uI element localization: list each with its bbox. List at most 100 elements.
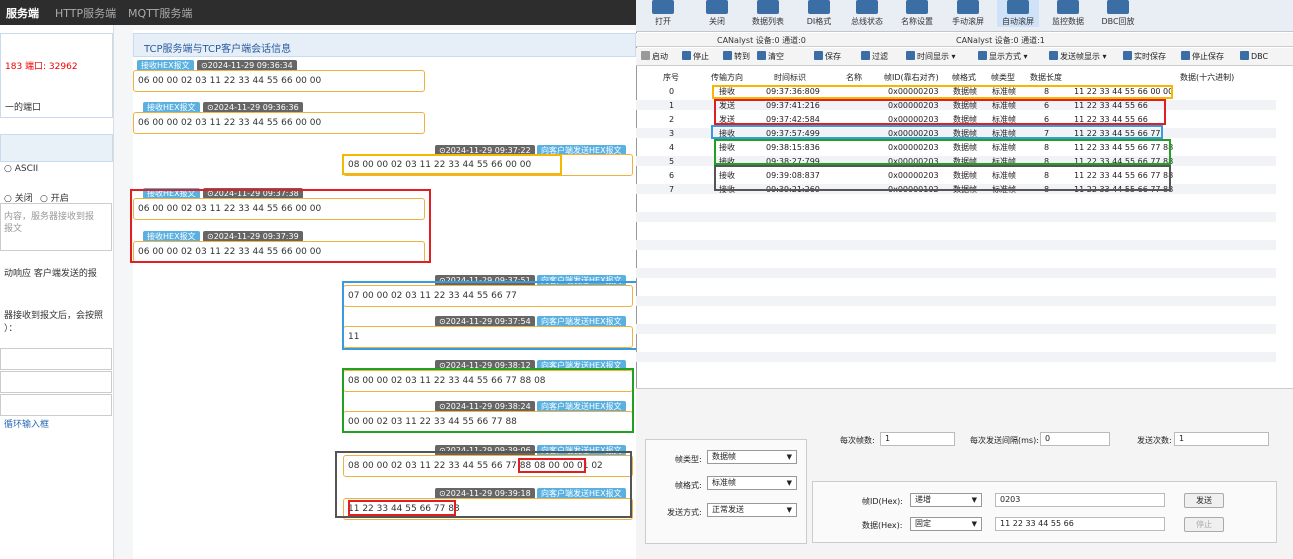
cell-len: 8 <box>1044 171 1050 180</box>
table-row[interactable]: 0 接收 09:37:36:809 0x00000203 数据帧 标准帧 8 11 22 33… <box>636 87 1276 97</box>
auto-response-desc-2: 器接收到报文后，会按照 <box>4 311 104 321</box>
col-time: 时间标识 <box>774 73 806 82</box>
stop-save-label: 停止保存 <box>1192 52 1224 61</box>
save-button[interactable]: 保存 <box>814 51 841 62</box>
frame-type-label: 帧类型: <box>675 455 702 464</box>
cell-fmt: 数据帧 <box>953 101 977 110</box>
display-mode-dropdown[interactable]: 显示方式 ▾ <box>978 51 1028 62</box>
realtime-save-label: 实时保存 <box>1134 52 1166 61</box>
frame-format-select[interactable]: 标准帧 ▼ <box>707 476 797 490</box>
data-hex-label: 数据(Hex): <box>862 521 903 530</box>
session-header: TCP服务端与TCP客户端会话信息 <box>133 33 636 57</box>
tab-http-server[interactable]: HTTP服务端 <box>55 5 116 21</box>
cell-time: 09:37:57:499 <box>766 129 820 138</box>
send-count-input[interactable]: 1 <box>1174 432 1269 446</box>
table-row[interactable]: 2 发送 09:37:42:584 0x00000203 数据帧 标准帧 6 11 22 33… <box>636 115 1276 125</box>
frame-id-mode-select[interactable]: 递增 ▼ <box>910 493 982 507</box>
response-input-3[interactable] <box>0 394 112 416</box>
dbc-button[interactable]: DBC <box>1240 51 1268 61</box>
filter-button[interactable]: 过滤 <box>861 51 888 62</box>
goto-label: 转到 <box>734 52 750 61</box>
display-mode-label: 显示方式 <box>989 52 1021 61</box>
data-mode-value: 固定 <box>915 519 931 528</box>
frames-per-send-input[interactable]: 1 <box>880 432 955 446</box>
monitor-data-label: 监控数据 <box>1052 17 1084 26</box>
auto-response-desc-3: ）： <box>4 324 18 334</box>
tab-server[interactable]: 服务端 <box>6 5 39 21</box>
realtime-save-button[interactable]: 实时保存 <box>1123 51 1166 62</box>
settings-section-header <box>0 134 113 162</box>
cell-time: 09:39:21:260 <box>766 185 820 194</box>
cell-idx: 0 <box>669 87 675 96</box>
list-icon <box>757 0 779 14</box>
cell-type: 标准帧 <box>992 115 1016 124</box>
stop-button[interactable]: 停止 <box>682 51 709 62</box>
table-row[interactable]: 1 发送 09:37:41:216 0x00000203 数据帧 标准帧 6 11 22 33… <box>636 101 1276 111</box>
cell-dir: 发送 <box>719 101 735 110</box>
auto-response-desc-1: 动响应 客户端发送的报 <box>4 269 97 279</box>
close-button[interactable]: 关闭 <box>704 0 730 27</box>
manual-scroll-label: 手动滚屏 <box>952 17 984 26</box>
send-frame-icon <box>1049 51 1058 60</box>
name-settings-button[interactable]: 名称设置 <box>897 0 937 27</box>
send-interval-input[interactable]: 0 <box>1040 432 1110 446</box>
chevron-down-icon: ▼ <box>786 453 792 461</box>
send-interval-label: 每次发送间隔(ms): <box>970 436 1039 445</box>
response-input-2[interactable] <box>0 371 112 393</box>
table-row[interactable]: 7 接收 09:39:21:260 0x00000102 数据帧 标准帧 8 11 22 33… <box>636 185 1276 195</box>
cell-id: 0x00000203 <box>888 87 939 96</box>
goto-button[interactable]: 转到 <box>723 51 750 62</box>
bus-status-button[interactable]: 总线状态 <box>847 0 887 27</box>
time-display-dropdown[interactable]: 时间显示 ▾ <box>906 51 956 62</box>
frame-id-label: 帧ID(Hex): <box>862 497 903 506</box>
tab-mqtt-server[interactable]: MQTT服务端 <box>128 5 192 21</box>
bus-status-label: 总线状态 <box>851 17 883 26</box>
cell-type: 标准帧 <box>992 129 1016 138</box>
cell-idx: 5 <box>669 157 675 166</box>
stop-send-button[interactable]: 停止 <box>1184 517 1224 532</box>
cell-idx: 1 <box>669 101 675 110</box>
col-direction: 传输方向 <box>711 73 743 82</box>
device-tab-channel-0[interactable]: CANalyst 设备:0 通道:0 <box>717 35 806 46</box>
chevron-down-icon: ▼ <box>786 479 792 487</box>
row-stripe <box>636 352 1276 362</box>
frame-type-select[interactable]: 数据帧 ▼ <box>707 450 797 464</box>
ascii-option[interactable]: ○ ASCII <box>4 164 38 174</box>
auto-scroll-button[interactable]: 自动滚屏 <box>997 0 1039 27</box>
loop-input-link[interactable]: 循环输入框 <box>4 417 49 430</box>
send-count-label: 发送次数: <box>1137 436 1172 445</box>
data-mode-select[interactable]: 固定 ▼ <box>910 517 982 531</box>
cell-dir: 接收 <box>719 157 735 166</box>
manual-scroll-button[interactable]: 手动滚屏 <box>948 0 988 27</box>
data-hex-input[interactable]: 11 22 33 44 55 66 <box>995 517 1165 531</box>
replay-icon <box>1107 0 1129 14</box>
cell-idx: 3 <box>669 129 675 138</box>
filter-label: 过滤 <box>872 52 888 61</box>
close-label: 关闭 <box>709 17 725 26</box>
cell-id: 0x00000203 <box>888 101 939 110</box>
di-format-button[interactable]: DI格式 <box>801 0 837 27</box>
stop-save-button[interactable]: 停止保存 <box>1181 51 1224 62</box>
send-mode-select[interactable]: 正常发送 ▼ <box>707 503 797 517</box>
table-row[interactable]: 4 接收 09:38:15:836 0x00000203 数据帧 标准帧 8 11 22 33… <box>636 143 1276 153</box>
clear-label: 清空 <box>768 52 784 61</box>
dbc-replay-button[interactable]: DBC回放 <box>1098 0 1138 27</box>
stop-icon <box>682 51 691 60</box>
received-message: 06 00 00 02 03 11 22 33 44 55 66 00 00 <box>133 198 425 220</box>
response-input-1[interactable] <box>0 348 112 370</box>
send-mode-label: 发送方式: <box>667 508 702 517</box>
device-tab-channel-1[interactable]: CANalyst 设备:0 通道:1 <box>956 35 1045 46</box>
open-button[interactable]: 打开 <box>650 0 676 27</box>
start-button[interactable]: 启动 <box>641 51 668 62</box>
table-row[interactable]: 5 接收 09:38:27:799 0x00000203 数据帧 标准帧 8 11 22 33… <box>636 157 1276 167</box>
monitor-data-button[interactable]: 监控数据 <box>1048 0 1088 27</box>
cell-time: 09:37:42:584 <box>766 115 820 124</box>
col-frame-id: 帧ID(靠右对齐) <box>884 73 939 82</box>
table-row[interactable]: 3 接收 09:37:57:499 0x00000203 数据帧 标准帧 7 11 22 33… <box>636 129 1276 139</box>
frame-id-input[interactable]: 0203 <box>995 493 1165 507</box>
send-frame-display-dropdown[interactable]: 发送帧显示 ▾ <box>1049 51 1107 62</box>
data-list-button[interactable]: 数据列表 <box>747 0 789 27</box>
send-button[interactable]: 发送 <box>1184 493 1224 508</box>
table-row[interactable]: 6 接收 09:39:08:837 0x00000203 数据帧 标准帧 8 11 22 33… <box>636 171 1276 181</box>
clear-button[interactable]: 清空 <box>757 51 784 62</box>
